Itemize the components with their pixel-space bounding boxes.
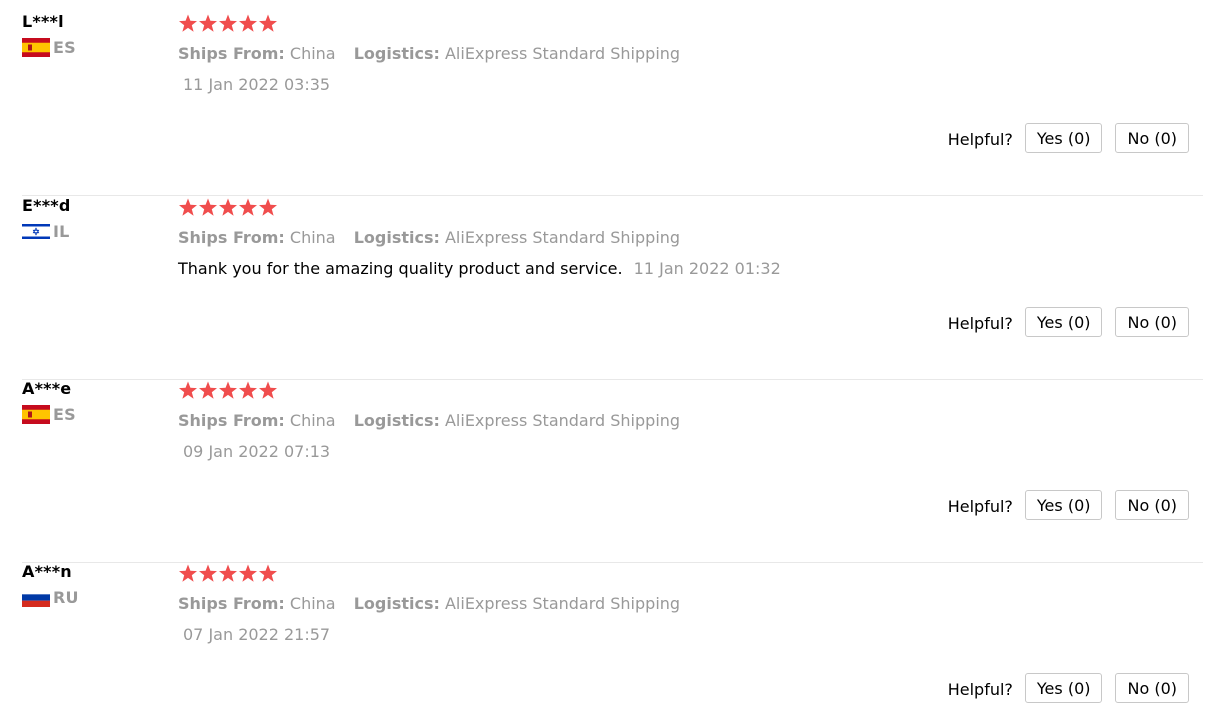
star-icon [258,14,278,33]
helpful-yes-button[interactable]: Yes (0) [1024,307,1103,337]
helpful-no-button[interactable]: No (0) [1115,673,1189,703]
review-item: E***d IL Ships From: China Logistics: Al… [22,196,1203,380]
ships-from-value: China [289,594,336,613]
shipping-info: Ships From: China Logistics: AliExpress … [178,594,680,613]
flag-spain-icon [22,37,50,57]
star-icon [178,14,198,33]
helpful-yes-button[interactable]: Yes (0) [1024,490,1103,520]
reviewer-name: A***n [22,562,72,581]
helpful-no-button[interactable]: No (0) [1115,490,1189,520]
reviewer-info: A***e ES [22,379,172,424]
ships-from-label: Ships From: [178,594,285,613]
reviewer-info: A***n RU [22,562,172,607]
flag-spain-icon [22,404,50,424]
star-icon [178,564,198,583]
shipping-info: Ships From: China Logistics: AliExpress … [178,411,680,430]
star-icon [198,198,218,217]
logistics-label: Logistics: [353,594,440,613]
shipping-info: Ships From: China Logistics: AliExpress … [178,228,680,247]
review-date: 11 Jan 2022 01:32 [633,259,781,278]
star-icon [218,198,238,217]
review-body: 11 Jan 2022 03:35 [183,75,330,94]
reviewer-name: L***l [22,12,64,31]
ships-from-value: China [289,228,336,247]
helpful-no-button[interactable]: No (0) [1115,307,1189,337]
star-rating [178,381,278,400]
reviewer-name: E***d [22,196,71,215]
ships-from-value: China [289,411,336,430]
review-body: 07 Jan 2022 21:57 [183,625,330,644]
logistics-label: Logistics: [353,228,440,247]
reviewer-country: IL [22,221,70,241]
helpful-label: Helpful? [947,679,1013,699]
helpful-label: Helpful? [947,313,1013,333]
reviewer-info: L***l ES [22,12,172,57]
star-icon [258,381,278,400]
star-icon [258,198,278,217]
helpful-yes-button[interactable]: Yes (0) [1024,123,1103,153]
star-icon [258,564,278,583]
logistics-value: AliExpress Standard Shipping [444,411,681,430]
country-code: ES [53,404,76,424]
ships-from-label: Ships From: [178,411,285,430]
logistics-value: AliExpress Standard Shipping [444,44,681,63]
helpful-vote: Helpful? Yes (0) No (0) [948,673,1189,703]
reviewer-country: ES [22,37,76,57]
review-date: 11 Jan 2022 03:35 [183,75,331,94]
ships-from-label: Ships From: [178,44,285,63]
reviewer-country: ES [22,404,76,424]
ships-from-value: China [289,44,336,63]
star-icon [218,564,238,583]
star-icon [178,198,198,217]
star-rating [178,14,278,33]
star-rating [178,564,278,583]
star-icon [198,381,218,400]
review-body: 09 Jan 2022 07:13 [183,442,330,461]
logistics-label: Logistics: [353,44,440,63]
logistics-value: AliExpress Standard Shipping [444,594,681,613]
shipping-info: Ships From: China Logistics: AliExpress … [178,44,680,63]
flag-israel-icon [22,221,50,241]
review-item: A***e ES Ships From: China Logistics: Al… [22,379,1203,563]
star-icon [218,381,238,400]
logistics-label: Logistics: [353,411,440,430]
review-text: Thank you for the amazing quality produc… [178,259,623,278]
helpful-vote: Helpful? Yes (0) No (0) [948,307,1189,337]
review-date: 09 Jan 2022 07:13 [183,442,331,461]
star-icon [218,14,238,33]
country-code: ES [53,37,76,57]
review-body: Thank you for the amazing quality produc… [178,259,781,278]
ships-from-label: Ships From: [178,228,285,247]
helpful-no-button[interactable]: No (0) [1115,123,1189,153]
star-icon [178,381,198,400]
star-icon [238,381,258,400]
helpful-vote: Helpful? Yes (0) No (0) [948,123,1189,153]
reviewer-name: A***e [22,379,72,398]
logistics-value: AliExpress Standard Shipping [444,228,681,247]
helpful-label: Helpful? [947,496,1013,516]
star-icon [198,564,218,583]
review-list: L***l ES Ships From: China Logistics: Al… [0,0,1216,717]
flag-russia-icon [22,587,50,607]
helpful-label: Helpful? [947,129,1013,149]
review-date: 07 Jan 2022 21:57 [183,625,331,644]
star-icon [238,198,258,217]
review-item: L***l ES Ships From: China Logistics: Al… [22,12,1203,196]
helpful-yes-button[interactable]: Yes (0) [1024,673,1103,703]
star-icon [238,564,258,583]
country-code: RU [53,587,79,607]
star-rating [178,198,278,217]
star-icon [238,14,258,33]
review-item: A***n RU Ships From: China Logistics: Al… [22,562,1203,712]
country-code: IL [53,221,70,241]
reviewer-info: E***d IL [22,196,172,241]
reviewer-country: RU [22,587,79,607]
star-icon [198,14,218,33]
helpful-vote: Helpful? Yes (0) No (0) [948,490,1189,520]
